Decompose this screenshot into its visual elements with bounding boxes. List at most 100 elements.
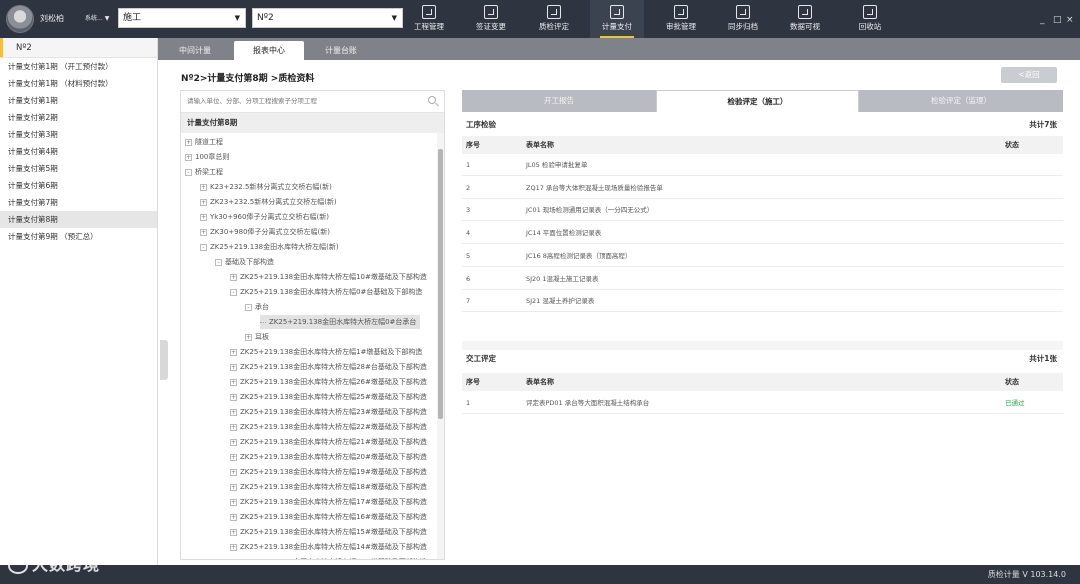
table-row[interactable]: 6 SJ20 1混凝土施工记录表 xyxy=(462,268,1063,290)
expand-icon[interactable]: + xyxy=(230,348,237,356)
nav-project-management[interactable]: 工程管理 xyxy=(402,0,456,38)
tree-node[interactable]: - ZK25+219.138金田水库特大桥左幅0#台基础及下部构造 xyxy=(230,285,422,299)
tree-node[interactable]: + ZK25+219.138金田水库特大桥左幅25#墩基础及下部构造 xyxy=(230,390,427,404)
maximize-button[interactable]: □ xyxy=(1053,15,1062,25)
panel-collapse-handle[interactable] xyxy=(160,340,168,380)
tree-node[interactable]: - 基础及下部构造 xyxy=(215,255,274,269)
tree-node[interactable]: + ZK25+219.138金田水库特大桥左幅21#墩基础及下部构造 xyxy=(230,435,427,449)
period-item[interactable]: 计量支付第2期 xyxy=(0,109,157,126)
tree-node[interactable]: + ZK25+219.138金田水库特大桥左幅22#墩基础及下部构造 xyxy=(230,420,427,434)
tree-node[interactable]: + ZK30+980俸子分离式立交桥左幅(新) xyxy=(200,225,330,239)
expand-icon[interactable]: + xyxy=(230,273,237,281)
tree-node[interactable]: + Yk30+960俸子分离式立交桥右幅(新) xyxy=(200,210,329,224)
tree-node[interactable]: - 桥梁工程 xyxy=(185,165,223,179)
expand-icon[interactable]: + xyxy=(230,408,237,416)
tab-start-report[interactable]: 开工报告 xyxy=(462,90,656,112)
tree-node[interactable]: +ZK25+219.138金田水库特大桥左幅13#墩基础及下部构造 xyxy=(230,555,427,559)
minimize-button[interactable]: _ xyxy=(1040,15,1045,25)
tab-interim-metering[interactable]: 中间计量 xyxy=(160,41,230,60)
expand-icon[interactable]: + xyxy=(230,468,237,476)
table-row[interactable]: 7 SJ21 混凝土养护记录表 xyxy=(462,290,1063,313)
period-item[interactable]: 计量支付第9期 （预汇总） xyxy=(0,228,157,245)
nav-metering-payment[interactable]: 计量支付 xyxy=(590,0,644,38)
expand-icon[interactable]: + xyxy=(230,558,237,559)
table-row[interactable]: 2 ZQ17 承台等大体积混凝土现场质量检验报告单 xyxy=(462,177,1063,199)
tree-node[interactable]: + ZK25+219.138金田水库特大桥左幅26#墩基础及下部构造 xyxy=(230,375,427,389)
tree-node[interactable]: + ZK25+219.138金田水库特大桥左幅18#墩基础及下部构造 xyxy=(230,480,427,494)
collapse-icon[interactable]: - xyxy=(230,288,237,296)
expand-icon[interactable]: + xyxy=(200,228,207,236)
tree-node[interactable]: - 承台 xyxy=(245,300,269,314)
tab-construction-evaluation[interactable]: 检验评定（施工） xyxy=(656,90,859,112)
tree-node[interactable]: + ZK25+219.138金田水库特大桥左幅10#墩基础及下部构造 xyxy=(230,270,427,284)
section-dropdown[interactable]: Nº2 ▼ xyxy=(252,8,403,28)
tree-node[interactable]: + K23+232.5新林分离式立交桥右幅(新) xyxy=(200,180,332,194)
tree-node[interactable]: +100章总则 xyxy=(185,150,229,164)
nav-recycle-bin[interactable]: 回收站 xyxy=(843,0,897,38)
expand-icon[interactable]: + xyxy=(200,213,207,221)
user-avatar[interactable] xyxy=(6,5,34,33)
expand-icon[interactable]: + xyxy=(230,363,237,371)
expand-icon[interactable]: + xyxy=(200,183,207,191)
period-item[interactable]: 计量支付第1期 xyxy=(0,92,157,109)
tree-search-input[interactable] xyxy=(181,91,421,111)
expand-icon[interactable]: + xyxy=(185,138,192,146)
nav-approval-management[interactable]: 审批管理 xyxy=(654,0,708,38)
expand-icon[interactable]: + xyxy=(230,528,237,536)
tree-node[interactable]: + ZK25+219.138金田水库特大桥左幅28#台基础及下部构造 xyxy=(230,360,427,374)
expand-icon[interactable]: + xyxy=(230,543,237,551)
table-row[interactable]: 4 JC14 平面位置检测记录表 xyxy=(462,222,1063,245)
tree-scrollbar[interactable] xyxy=(437,133,444,559)
scrollbar-thumb[interactable] xyxy=(438,149,443,419)
period-item[interactable]: 计量支付第7期 xyxy=(0,194,157,211)
tree-node[interactable]: + ZK25+219.138金田水库特大桥左幅1#墩基础及下部构造 xyxy=(230,345,422,359)
tree-node[interactable]: + ZK25+219.138金田水库特大桥左幅20#墩基础及下部构造 xyxy=(230,450,427,464)
expand-icon[interactable]: + xyxy=(230,513,237,521)
collapse-icon[interactable]: - xyxy=(245,303,252,311)
tree-node[interactable]: + ZK25+219.138金田水库特大桥左幅19#墩基础及下部构造 xyxy=(230,465,427,479)
close-button[interactable]: × xyxy=(1066,15,1074,25)
table-row[interactable]: 1 评定表PD01 承台等大面积混凝土结构承台 已通过 xyxy=(462,392,1063,414)
username[interactable]: 刘松柏 xyxy=(40,13,64,24)
period-item[interactable]: 计量支付第6期 xyxy=(0,177,157,194)
tree-node[interactable]: ZK25+219.138金田水库特大桥左幅0#台承台 xyxy=(260,315,421,329)
nav-quality-evaluation[interactable]: 质检评定 xyxy=(527,0,581,38)
expand-icon[interactable]: + xyxy=(185,153,192,161)
tree-node[interactable]: + ZK25+219.138金田水库特大桥左幅14#墩基础及下部构造 xyxy=(230,540,427,554)
tree-node[interactable]: + ZK25+219.138金田水库特大桥左幅15#墩基础及下部构造 xyxy=(230,525,427,539)
tree-node[interactable]: + 耳板 xyxy=(245,330,269,344)
period-item[interactable]: 计量支付第3期 xyxy=(0,126,157,143)
search-icon[interactable] xyxy=(428,96,436,104)
system-menu[interactable]: 系统... ▼ xyxy=(83,13,109,22)
tree-node[interactable]: + ZK25+219.138金田水库特大桥左幅23#墩基础及下部构造 xyxy=(230,405,427,419)
tab-report-center[interactable]: 报表中心 xyxy=(234,41,304,60)
project-dropdown[interactable]: 施工 ▼ xyxy=(118,8,246,28)
expand-icon[interactable]: + xyxy=(230,393,237,401)
back-button[interactable]: <返回 xyxy=(1001,67,1057,83)
collapse-icon[interactable]: - xyxy=(200,243,207,251)
tree-node[interactable]: - ZK25+219.138金田水库特大桥左幅(新) xyxy=(200,240,339,254)
expand-icon[interactable]: + xyxy=(230,498,237,506)
expand-icon[interactable]: + xyxy=(200,198,207,206)
table-row[interactable]: 1 JL05 检验申请批复单 xyxy=(462,154,1063,176)
expand-icon[interactable]: + xyxy=(230,423,237,431)
expand-icon[interactable]: + xyxy=(245,333,252,341)
period-item[interactable]: 计量支付第5期 xyxy=(0,160,157,177)
tab-supervision-evaluation[interactable]: 检验评定（监理） xyxy=(859,90,1063,112)
nav-change-visa[interactable]: 签证变更 xyxy=(464,0,518,38)
tree-node[interactable]: + ZK25+219.138金田水库特大桥左幅17#墩基础及下部构造 xyxy=(230,495,427,509)
expand-icon[interactable]: + xyxy=(230,483,237,491)
period-item[interactable]: 计量支付第1期 （材料预付款） xyxy=(0,75,157,92)
period-item[interactable]: 计量支付第8期 xyxy=(0,211,157,228)
table-row[interactable]: 3 JC01 现场检测通用记录表（一分四无公式） xyxy=(462,199,1063,222)
period-item[interactable]: 计量支付第4期 xyxy=(0,143,157,160)
period-item[interactable]: 计量支付第1期 （开工预付款） xyxy=(0,58,157,75)
expand-icon[interactable]: + xyxy=(230,378,237,386)
tab-metering-ledger[interactable]: 计量台账 xyxy=(306,41,376,60)
tree-node[interactable]: + ZK25+219.138金田水库特大桥左幅16#墩基础及下部构造 xyxy=(230,510,427,524)
nav-data-visual[interactable]: 数据可视 xyxy=(778,0,832,38)
expand-icon[interactable]: + xyxy=(230,438,237,446)
nav-sync-archive[interactable]: 同步归档 xyxy=(716,0,770,38)
tree-node[interactable]: + 隧道工程 xyxy=(185,135,223,149)
table-row[interactable]: 5 JC16 8高程检测记录表（顶面高程） xyxy=(462,245,1063,267)
